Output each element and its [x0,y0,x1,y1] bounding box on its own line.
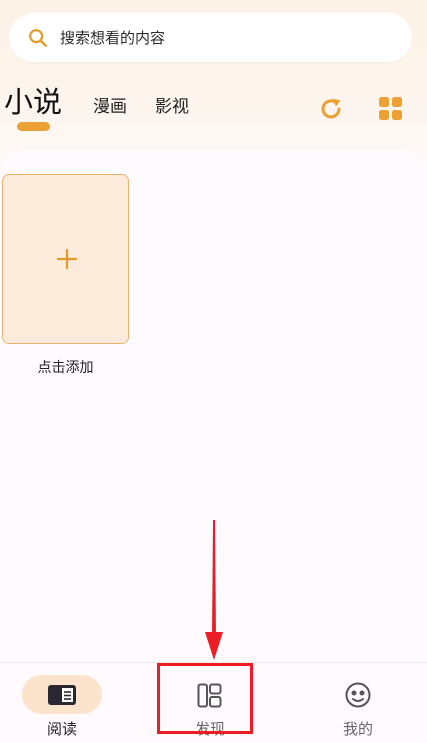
search-bar[interactable]: 搜索想看的内容 [9,13,412,62]
nav-read-label[interactable]: 阅读 [32,720,92,738]
grid-icon[interactable] [378,96,403,121]
refresh-icon[interactable] [318,96,344,122]
bottom-nav: 阅读 发现 我的 [0,662,427,743]
search-icon [29,29,47,47]
plus-icon [57,249,77,269]
nav-item-read[interactable] [22,675,102,714]
tab-video[interactable]: 影视 [155,99,189,116]
nav-mine-label[interactable]: 我的 [328,720,388,738]
nav-discover-label[interactable]: 发现 [180,720,240,738]
face-icon[interactable] [345,682,371,708]
tab-comic[interactable]: 漫画 [93,99,127,116]
search-placeholder: 搜索想看的内容 [60,29,166,47]
book-icon [48,685,76,705]
active-tab-indicator [17,122,50,131]
tab-novel[interactable]: 小说 [4,88,62,117]
add-book-label: 点击添加 [37,360,94,376]
layout-icon[interactable] [197,683,222,708]
add-book-card[interactable] [2,174,129,344]
